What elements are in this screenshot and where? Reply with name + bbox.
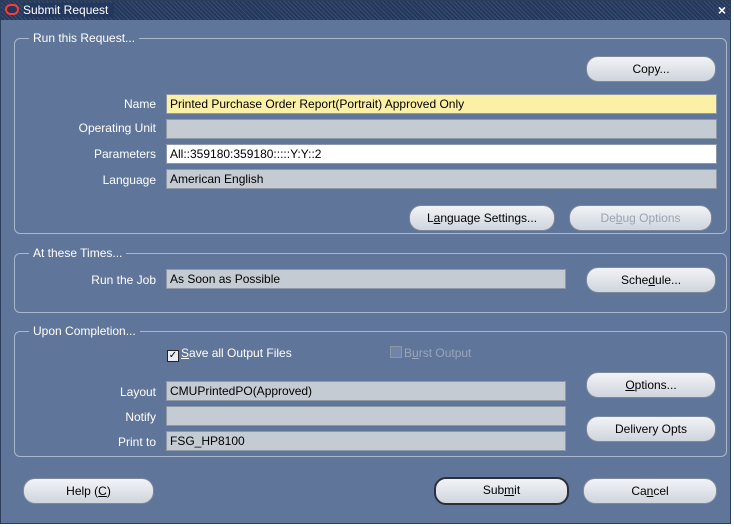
notify-label: Notify — [125, 410, 156, 424]
help-button[interactable]: Help (C) — [23, 478, 154, 504]
run-request-group-label: Run this Request... — [29, 31, 140, 45]
print-to-label: Print to — [117, 435, 156, 449]
debug-options-button: Debug Options — [569, 205, 712, 231]
cancel-button[interactable]: Cancel — [583, 478, 717, 504]
title-bar[interactable]: Submit Request × — [1, 1, 730, 20]
completion-group-label: Upon Completion... — [29, 324, 140, 338]
layout-field[interactable]: CMUPrintedPO(Approved) — [166, 381, 566, 401]
language-settings-button[interactable]: Language Settings... — [409, 205, 555, 231]
notify-field[interactable] — [166, 406, 566, 426]
window-title: Submit Request — [23, 3, 115, 17]
burst-output-checkbox: Burst Output — [390, 346, 471, 360]
copy-button[interactable]: Copy... — [586, 56, 716, 82]
submit-button[interactable]: Submit — [434, 477, 569, 505]
name-field[interactable]: Printed Purchase Order Report(Portrait) … — [166, 94, 717, 114]
language-field[interactable]: American English — [166, 169, 717, 189]
close-icon[interactable]: × — [718, 2, 726, 18]
print-to-field[interactable]: FSG_HP8100 — [166, 431, 566, 451]
oracle-logo-icon — [5, 4, 19, 15]
parameters-field[interactable]: All::359180:359180:::::Y:Y::2 — [166, 144, 717, 164]
burst-output-box-icon — [390, 346, 402, 358]
run-job-label: Run the Job — [91, 273, 156, 287]
name-label: Name — [123, 97, 156, 111]
layout-label: Layout — [119, 385, 156, 399]
delivery-opts-button[interactable]: Delivery Opts — [586, 416, 716, 442]
save-output-checkbox[interactable]: ✓ Save all Output Files — [167, 346, 292, 362]
operating-unit-field[interactable] — [166, 119, 717, 139]
parameters-label: Parameters — [93, 147, 156, 161]
save-output-check-icon: ✓ — [167, 350, 179, 362]
times-group-label: At these Times... — [29, 246, 127, 260]
run-job-field[interactable]: As Soon as Possible — [166, 269, 566, 289]
submit-request-window: Submit Request × Run this Request... Cop… — [0, 0, 731, 524]
language-label: Language — [102, 173, 156, 187]
schedule-button[interactable]: Schedule... — [586, 267, 716, 293]
operating-unit-label: Operating Unit — [78, 121, 156, 135]
options-button[interactable]: Options... — [586, 372, 716, 398]
